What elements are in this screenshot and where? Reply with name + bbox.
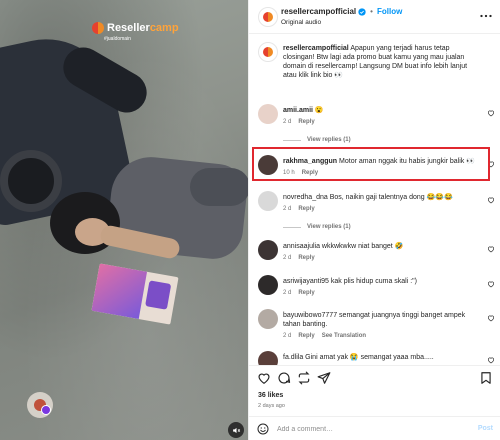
comment-text: Bos, naikin gaji talentnya dong 😂😂😂 [327,194,453,201]
comment-username: novredha_dna [283,194,328,201]
comment-username: asriwijayanti95 [283,278,329,285]
repost-icon[interactable] [297,371,311,385]
comment-time: 2 d [283,333,292,339]
view-replies-button[interactable]: View replies (1) [283,224,351,230]
scooter-wheel-shape [0,150,62,212]
like-heart-icon[interactable] [257,371,271,385]
creator-sticker [27,392,53,418]
comment-item: annisaajulia wkkwkwkw niat banget 🤣 2 d R… [249,240,500,266]
post-comment-button[interactable]: Post [478,425,493,432]
comment-username: fa.dlila [283,354,304,361]
like-comment-heart-icon[interactable] [487,245,495,253]
caption: resellercampofficial Apapun yang terjadi… [249,42,500,92]
add-comment-bar: Post [249,416,500,440]
brand-logo-icon [263,47,273,57]
follow-button[interactable]: Follow [377,7,402,16]
header-separator: • [370,7,373,16]
reply-button[interactable]: Reply [298,119,314,125]
view-replies-button[interactable]: View replies (1) [283,137,351,143]
comment-item: fa.dlila Gini amat yak 😭 semangat yaaa m… [249,351,500,365]
like-comment-heart-icon[interactable] [487,280,495,288]
mute-button[interactable] [228,422,244,438]
emoji-smile-icon[interactable] [257,423,269,435]
comment-item: amii.amii 😮 2 d Reply View replies (1) [249,104,500,144]
like-comment-heart-icon[interactable] [487,196,495,204]
comment-input[interactable] [277,422,457,436]
view-replies-label: View replies (1) [307,137,351,143]
comment-item: bayuwibowo7777 semangat juangnya tinggi … [249,309,500,345]
reply-button[interactable]: Reply [298,255,314,261]
verified-badge-icon [358,7,366,16]
like-comment-heart-icon[interactable] [487,356,495,364]
post-media[interactable]: Resellercamp #jualdomain [0,0,248,440]
commenter-avatar[interactable] [258,104,278,124]
like-comment-heart-icon[interactable] [487,109,495,117]
action-bar [249,365,500,389]
brand-text-accent: camp [149,22,179,34]
more-horizontal-icon [480,14,492,18]
commenter-avatar[interactable] [258,240,278,260]
comment-bubble-icon[interactable] [277,371,291,385]
comment-item: asriwijayanti95 kak plis hidup cuma skal… [249,275,500,301]
comment-time: 2 d [283,255,292,261]
caption-username[interactable]: resellercampofficial [283,45,349,52]
sticker-badge-icon [41,405,51,415]
comment-text: kak plis hidup cuma skali :") [328,278,417,285]
commenter-avatar[interactable] [258,191,278,211]
comment-item: novredha_dna Bos, naikin gaji talentnya … [249,191,500,231]
comment-highlight-box [252,147,490,181]
commenter-avatar[interactable] [258,275,278,295]
audio-label[interactable]: Original audio [281,19,321,26]
see-translation-button[interactable]: See Translation [322,333,366,339]
comment-text: 😮 [312,107,324,114]
comment-text: wkkwkwkw niat banget 🤣 [319,243,404,250]
comment-time: 2 d [283,290,292,296]
comments-list[interactable]: resellercampofficial Apapun yang terjadi… [249,35,500,365]
brand-mark-icon [92,22,104,34]
post-date: 2 days ago [258,403,285,409]
likes-count[interactable]: 36 likes [258,392,283,399]
caption-avatar[interactable] [258,42,278,62]
post-header: resellercampofficial • Follow Original a… [249,0,500,34]
reply-button[interactable]: Reply [298,206,314,212]
reply-button[interactable]: Reply [298,290,314,296]
commenter-avatar[interactable] [258,309,278,329]
commenter-avatar[interactable] [258,351,278,365]
more-options-button[interactable] [479,9,493,23]
comment-username[interactable]: amii.amii [283,107,313,114]
like-comment-heart-icon[interactable] [487,314,495,322]
brand-logo-icon [263,12,273,22]
brand-tagline: #jualdomain [104,36,131,42]
comment-time: 2 d [283,206,292,212]
reply-button[interactable]: Reply [298,333,314,339]
media-brand-logo: Resellercamp [92,22,179,34]
share-paper-plane-icon[interactable] [317,371,331,385]
author-avatar[interactable] [258,7,278,27]
comment-username: bayuwibowo7777 [283,312,338,319]
speaker-muted-icon [232,427,240,433]
comment-username: annisaajulia [283,243,320,250]
view-replies-label: View replies (1) [307,224,351,230]
post-panel: resellercampofficial • Follow Original a… [248,0,500,440]
person-leg-shape [190,168,248,206]
save-bookmark-icon[interactable] [479,371,493,385]
author-username[interactable]: resellercampofficial [281,7,356,16]
comment-time: 2 d [283,119,292,125]
comment-text: Gini amat yak 😭 semangat yaaa mba..... [303,354,434,361]
brand-text-main: Reseller [107,22,150,34]
